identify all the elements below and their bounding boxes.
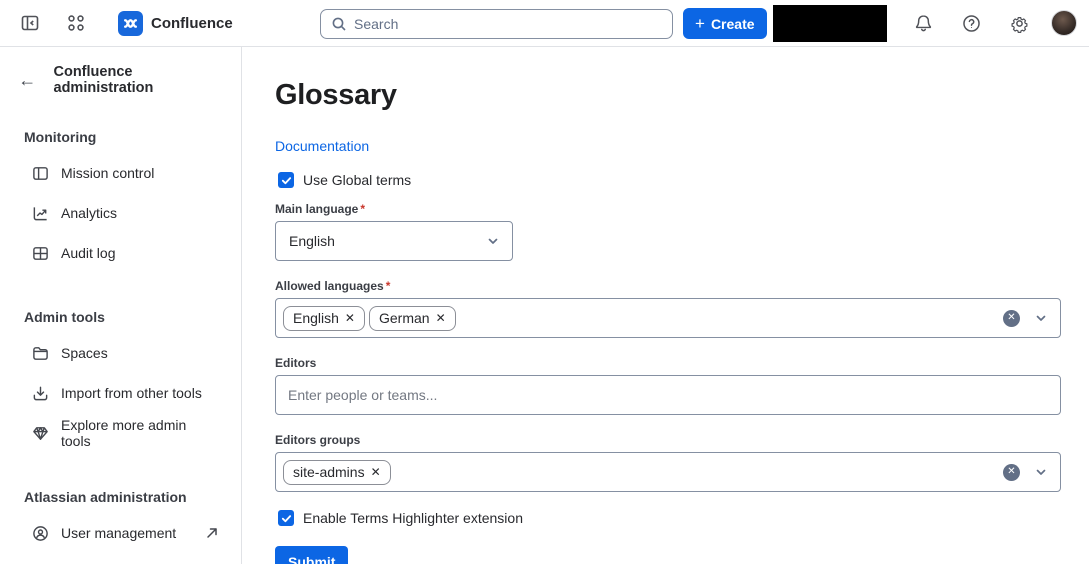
section-title: Atlassian administration bbox=[24, 489, 187, 505]
chevron-down-icon[interactable] bbox=[1034, 465, 1048, 479]
person-circle-icon bbox=[32, 525, 49, 542]
top-navigation-bar: Confluence + Create bbox=[0, 0, 1089, 47]
collapse-sidebar-button[interactable] bbox=[14, 7, 46, 39]
allowed-languages-label: Allowed languages * bbox=[275, 279, 391, 293]
main-language-field: Main language * English bbox=[275, 202, 1061, 261]
group-tag-site-admins: site-admins ✕ bbox=[283, 459, 391, 485]
chart-trend-icon bbox=[32, 205, 49, 222]
download-icon bbox=[32, 385, 49, 402]
sidebar-item-label: Analytics bbox=[61, 205, 118, 221]
global-search[interactable] bbox=[320, 9, 673, 39]
external-link-icon bbox=[205, 526, 219, 540]
allowed-languages-multiselect[interactable]: English ✕ German ✕ ✕ bbox=[275, 298, 1061, 338]
gear-icon bbox=[1010, 16, 1027, 33]
sidebar-title: Confluence administration bbox=[53, 64, 154, 96]
use-global-terms-checkbox[interactable] bbox=[278, 172, 294, 188]
required-asterisk: * bbox=[360, 202, 366, 216]
app-name: Confluence bbox=[151, 14, 233, 32]
editors-groups-field: Editors groups site-admins ✕ ✕ bbox=[275, 433, 1061, 492]
clear-all-icon[interactable]: ✕ bbox=[1003, 309, 1020, 327]
bell-icon bbox=[915, 14, 931, 31]
sidebar-item-label: Audit log bbox=[61, 245, 116, 261]
question-circle-icon bbox=[962, 14, 980, 32]
use-global-terms-row[interactable]: Use Global terms bbox=[278, 172, 1061, 188]
editors-label: Editors bbox=[275, 356, 317, 370]
create-button[interactable]: + Create bbox=[683, 8, 767, 39]
confluence-logo-icon bbox=[118, 10, 143, 36]
editors-groups-multiselect[interactable]: site-admins ✕ ✕ bbox=[275, 452, 1061, 492]
language-tag-english: English ✕ bbox=[283, 305, 365, 331]
sidebar-item-mission-control[interactable]: Mission control bbox=[0, 153, 241, 193]
remove-tag-icon[interactable]: ✕ bbox=[436, 312, 446, 324]
editors-input[interactable] bbox=[288, 387, 1048, 403]
chevron-down-icon[interactable] bbox=[1034, 311, 1048, 325]
notifications-button[interactable] bbox=[907, 7, 939, 39]
remove-tag-icon[interactable]: ✕ bbox=[345, 312, 355, 324]
language-tag-german: German ✕ bbox=[368, 305, 456, 331]
plus-icon: + bbox=[695, 13, 705, 33]
folder-icon bbox=[32, 345, 49, 362]
section-title: Monitoring bbox=[24, 129, 97, 145]
back-arrow-icon: ← bbox=[18, 69, 37, 90]
enable-highlighter-checkbox[interactable] bbox=[278, 510, 294, 526]
documentation-link[interactable]: Documentation bbox=[275, 138, 369, 154]
admin-sidebar: ← Confluence administration Monitoring M… bbox=[0, 47, 242, 564]
sidebar-item-user-management[interactable]: User management bbox=[0, 513, 241, 553]
glossary-settings-page: Glossary Documentation Use Global terms … bbox=[242, 47, 1089, 564]
collapse-sidebar-icon bbox=[21, 15, 39, 31]
sidebar-item-label: User management bbox=[61, 525, 177, 541]
editors-input-box[interactable] bbox=[275, 375, 1061, 415]
clear-all-icon[interactable]: ✕ bbox=[1003, 463, 1020, 481]
enable-highlighter-row[interactable]: Enable Terms Highlighter extension bbox=[278, 510, 1061, 526]
sidebar-item-explore-admin-tools[interactable]: Explore more admin tools bbox=[0, 413, 241, 453]
allowed-languages-field: Allowed languages * English ✕ German ✕ ✕ bbox=[275, 279, 1061, 338]
search-input[interactable] bbox=[354, 16, 662, 32]
sidebar-item-label: Explore more admin tools bbox=[61, 417, 187, 449]
use-global-terms-label: Use Global terms bbox=[303, 172, 412, 188]
gem-icon bbox=[32, 425, 49, 442]
sidebar-section-monitoring: Monitoring Mission control Analytics Aud… bbox=[0, 123, 241, 273]
sidebar-item-label: Spaces bbox=[61, 345, 108, 361]
submit-button[interactable]: Submit bbox=[275, 546, 349, 564]
sidebar-section-admin-tools: Admin tools Spaces Import from other too… bbox=[0, 303, 241, 453]
sidebar-item-import[interactable]: Import from other tools bbox=[0, 373, 241, 413]
main-language-value: English bbox=[289, 233, 335, 249]
editors-groups-label: Editors groups bbox=[275, 433, 361, 447]
enable-highlighter-label: Enable Terms Highlighter extension bbox=[303, 510, 523, 526]
back-button[interactable]: ← bbox=[16, 68, 39, 92]
app-switcher-button[interactable] bbox=[60, 7, 92, 39]
required-asterisk: * bbox=[385, 279, 391, 293]
sidebar-section-atlassian-administration: Atlassian administration User management bbox=[0, 483, 241, 553]
board-icon bbox=[32, 165, 49, 182]
search-icon bbox=[332, 17, 346, 31]
redacted-area bbox=[773, 4, 887, 42]
checkmark-icon bbox=[281, 176, 291, 184]
remove-tag-icon[interactable]: ✕ bbox=[371, 466, 381, 478]
section-title: Admin tools bbox=[24, 309, 105, 325]
confluence-home-link[interactable]: Confluence bbox=[118, 10, 233, 36]
user-avatar[interactable] bbox=[1051, 10, 1077, 36]
sidebar-item-audit-log[interactable]: Audit log bbox=[0, 233, 241, 273]
settings-button[interactable] bbox=[1003, 7, 1035, 39]
main-language-select[interactable]: English bbox=[275, 221, 513, 261]
main-language-label: Main language * bbox=[275, 202, 366, 216]
sidebar-item-spaces[interactable]: Spaces bbox=[0, 333, 241, 373]
page-title: Glossary bbox=[275, 79, 397, 111]
help-button[interactable] bbox=[955, 7, 987, 39]
app-switcher-icon bbox=[68, 15, 84, 31]
chevron-down-icon bbox=[486, 234, 500, 248]
sidebar-item-label: Mission control bbox=[61, 165, 155, 181]
sidebar-item-label: Import from other tools bbox=[61, 385, 202, 401]
grid-table-icon bbox=[32, 245, 49, 262]
editors-field: Editors bbox=[275, 356, 1061, 415]
checkmark-icon bbox=[281, 514, 291, 522]
sidebar-item-analytics[interactable]: Analytics bbox=[0, 193, 241, 233]
